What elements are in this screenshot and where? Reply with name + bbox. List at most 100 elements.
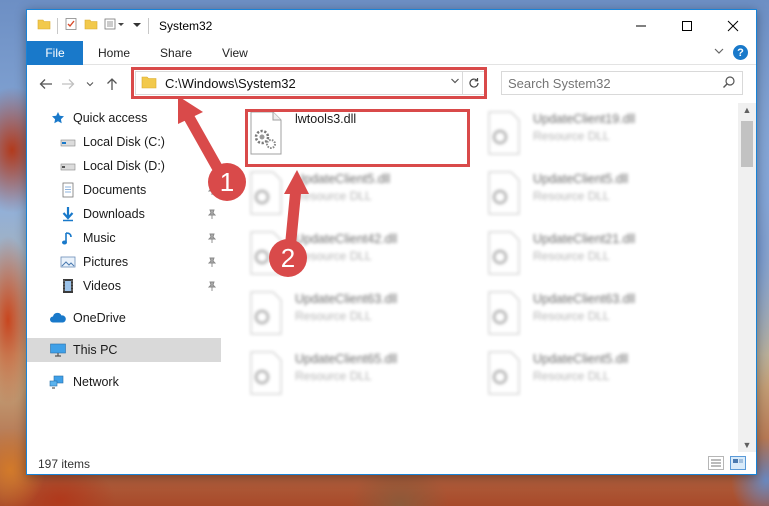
file-name: UpdateClient42.dll [295,232,398,246]
file-type: Resource DLL [295,309,372,323]
window-title: System32 [159,18,213,33]
file-name: UpdateClient65.dll [295,352,398,366]
sidebar-item-network[interactable]: Network [27,370,221,394]
download-icon [59,206,77,222]
back-button[interactable] [35,72,57,96]
pin-icon[interactable] [207,208,217,222]
dll-file-icon [487,351,521,395]
computer-icon [49,342,67,358]
sidebar-item-local-disk-c[interactable]: Local Disk (C:) [27,130,221,154]
tiles-view-button[interactable] [730,456,746,470]
file-tile[interactable]: UpdateClient63.dll Resource DLL [223,288,443,344]
pin-icon[interactable] [207,256,217,270]
forward-button[interactable] [57,72,79,96]
tab-view[interactable]: View [207,41,263,65]
dll-file-icon [487,231,521,275]
sidebar-item-label: OneDrive [73,311,126,325]
star-icon [49,110,67,126]
sidebar-item-quick-access[interactable]: Quick access [27,106,221,130]
sidebar-item-label: Pictures [83,255,129,269]
file-name: UpdateClient63.dll [295,292,398,306]
scroll-down-button[interactable]: ▼ [738,438,756,452]
sidebar-item-label: Downloads [83,207,145,221]
sidebar-item-label: Documents [83,183,147,197]
tab-file[interactable]: File [27,40,83,65]
dll-file-icon [487,171,521,215]
scroll-up-button[interactable]: ▲ [738,103,756,117]
file-tile[interactable]: UpdateClient63.dll Resource DLL [461,288,681,344]
file-type: Resource DLL [295,189,372,203]
file-tile[interactable]: UpdateClient5.dll Resource DLL [461,348,681,404]
file-list: lwtools3.dll UpdateClient19.dll Resource… [223,106,737,446]
sidebar-item-pictures[interactable]: Pictures [27,250,221,274]
file-tile[interactable]: UpdateClient5.dll Resource DLL [223,168,443,224]
file-tile[interactable]: UpdateClient65.dll Resource DLL [223,348,443,404]
pin-icon[interactable] [207,184,217,198]
item-count: 197 items [38,457,91,471]
sidebar-item-label: Local Disk (D:) [83,159,165,173]
file-name: UpdateClient5.dll [533,352,629,366]
new-folder-icon[interactable] [84,17,98,34]
pin-icon[interactable] [207,280,217,294]
cloud-icon [49,310,67,326]
tab-share[interactable]: Share [145,41,207,65]
videos-icon [59,278,77,294]
details-view-button[interactable] [708,456,724,470]
sidebar-item-label: Local Disk (C:) [83,135,165,149]
sidebar-item-music[interactable]: Music [27,226,221,250]
file-tile[interactable]: UpdateClient42.dll Resource DLL [223,228,443,284]
file-tile[interactable]: UpdateClient19.dll Resource DLL [461,108,681,164]
pin-icon[interactable] [207,232,217,246]
file-name: UpdateClient63.dll [533,292,636,306]
divider [57,17,58,34]
sidebar-item-local-disk-d[interactable]: Local Disk (D:) [27,154,221,178]
sidebar-item-label: Network [73,375,119,389]
navigation-pane: Quick access Local Disk (C:) Local Disk … [27,106,221,446]
sidebar-item-documents[interactable]: Documents [27,178,221,202]
file-name: UpdateClient21.dll [533,232,636,246]
sidebar-item-this-pc[interactable]: This PC [27,338,221,362]
file-name: UpdateClient19.dll [533,112,636,126]
status-bar: 197 items [27,453,756,475]
sidebar-item-videos[interactable]: Videos [27,274,221,298]
file-tile[interactable]: UpdateClient5.dll Resource DLL [461,168,681,224]
navigation-bar: C:\Windows\System32 [27,66,756,102]
divider [148,17,149,34]
music-icon [59,230,77,246]
vertical-scrollbar[interactable]: ▲ ▼ [738,103,756,452]
search-icon[interactable] [722,75,736,92]
properties-icon[interactable] [64,17,78,34]
file-name: UpdateClient5.dll [533,172,629,186]
recent-locations-button[interactable] [79,72,101,96]
sidebar-item-downloads[interactable]: Downloads [27,202,221,226]
pictures-icon [59,254,77,270]
dll-file-icon [487,291,521,335]
sidebar-item-onedrive[interactable]: OneDrive [27,306,221,330]
file-tile[interactable]: UpdateClient21.dll Resource DLL [461,228,681,284]
dll-file-icon [249,351,283,395]
sidebar-item-label: Music [83,231,116,245]
file-tile-highlight [245,109,470,167]
dll-file-icon [249,291,283,335]
tab-home[interactable]: Home [83,41,145,65]
up-button[interactable] [101,72,123,96]
dropdown-arrow-icon[interactable] [132,17,142,34]
minimize-button[interactable] [618,10,664,41]
search-input[interactable] [508,75,708,91]
file-type: Resource DLL [533,309,610,323]
expand-ribbon-icon[interactable] [713,45,725,60]
close-button[interactable] [710,10,756,41]
dll-file-icon [249,231,283,275]
sidebar-item-label: Quick access [73,111,148,125]
drive-icon [59,158,77,174]
scroll-thumb[interactable] [741,121,753,167]
search-box[interactable] [501,71,743,95]
help-icon[interactable]: ? [733,45,748,60]
customize-toolbar-icon[interactable] [104,17,126,34]
window-controls [618,10,756,41]
ribbon-tabs: File Home Share View ? [27,40,756,65]
maximize-button[interactable] [664,10,710,41]
